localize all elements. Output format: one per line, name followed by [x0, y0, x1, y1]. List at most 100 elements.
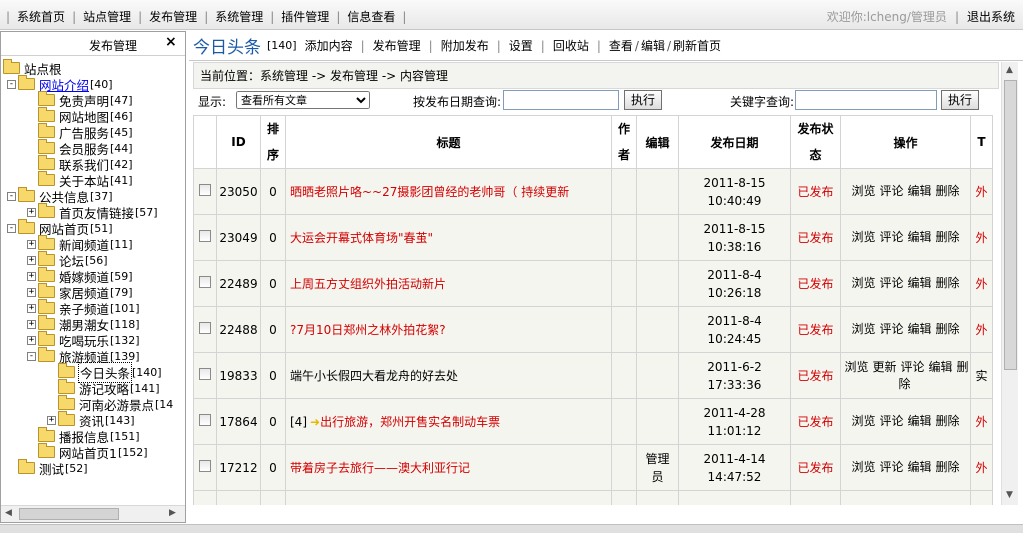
- op-link[interactable]: 评论: [879, 414, 903, 428]
- op-link[interactable]: 更新: [872, 360, 896, 374]
- op-link[interactable]: 删除: [936, 322, 960, 336]
- tree-node-count: [40]: [90, 77, 113, 91]
- tree-node-label[interactable]: 网站首页1: [58, 443, 118, 462]
- op-link[interactable]: 编辑: [908, 414, 932, 428]
- expand-icon[interactable]: +: [47, 415, 56, 425]
- row-checkbox[interactable]: [199, 184, 211, 196]
- tree-node-label[interactable]: 测试: [38, 459, 65, 478]
- title-link[interactable]: 端午小长假四大看龙舟的好去处: [290, 369, 458, 383]
- op-link[interactable]: 删除: [936, 276, 960, 290]
- status-header[interactable]: 发布状态: [790, 115, 841, 169]
- top-menu-item[interactable]: 系统管理: [208, 8, 270, 25]
- select-cell: [193, 352, 217, 399]
- op-link[interactable]: 评论: [879, 184, 903, 198]
- row-checkbox[interactable]: [199, 460, 211, 472]
- author-header[interactable]: 作者: [611, 115, 637, 169]
- title-link[interactable]: 晒晒老照片咯~~27摄影团曾经的老帅哥（ 持续更新: [290, 185, 569, 199]
- scroll-left-icon[interactable]: ◀: [5, 508, 12, 518]
- title-link[interactable]: 上周五方丈组织外拍活动新片: [290, 277, 446, 291]
- author-cell: [611, 168, 637, 215]
- ops-cell: [840, 490, 971, 505]
- op-link[interactable]: 浏览: [851, 460, 875, 474]
- expand-icon[interactable]: +: [27, 287, 36, 297]
- op-link[interactable]: 浏览: [851, 414, 875, 428]
- op-link[interactable]: 评论: [900, 360, 924, 374]
- date-exec-button[interactable]: 执行: [624, 90, 663, 110]
- row-checkbox[interactable]: [199, 276, 211, 288]
- op-link[interactable]: 删除: [936, 460, 960, 474]
- title-link[interactable]: ?7月10日郑州之林外拍花絮?: [290, 323, 446, 337]
- op-link[interactable]: 编辑: [908, 460, 932, 474]
- op-link[interactable]: 编辑: [908, 184, 932, 198]
- scroll-thumb[interactable]: [19, 508, 119, 520]
- row-checkbox[interactable]: [199, 414, 211, 426]
- scroll-up-icon[interactable]: ▲: [1006, 65, 1013, 75]
- keyword-input[interactable]: [795, 90, 937, 110]
- op-link[interactable]: 浏览: [844, 360, 868, 374]
- top-menu-item[interactable]: 站点管理: [76, 8, 138, 25]
- op-link[interactable]: 浏览: [851, 184, 875, 198]
- op-link[interactable]: 编辑: [908, 230, 932, 244]
- expand-icon[interactable]: +: [27, 335, 36, 345]
- header-view-link[interactable]: 查看: [609, 39, 633, 53]
- header-link[interactable]: 设置: [509, 39, 533, 53]
- op-link[interactable]: 浏览: [851, 230, 875, 244]
- row-checkbox[interactable]: [199, 322, 211, 334]
- collapse-icon[interactable]: -: [7, 191, 16, 201]
- horizontal-scrollbar[interactable]: ◀ ▶: [1, 505, 185, 522]
- op-link[interactable]: 评论: [879, 322, 903, 336]
- header-view-link[interactable]: 编辑: [641, 39, 665, 53]
- top-menu-item[interactable]: 发布管理: [142, 8, 204, 25]
- title-header[interactable]: 标题: [285, 115, 612, 169]
- order-header[interactable]: 排序: [260, 115, 286, 169]
- expand-icon[interactable]: +: [27, 303, 36, 313]
- title-link[interactable]: 带着房子去旅行——澳大利亚行记: [290, 461, 470, 475]
- close-icon[interactable]: ×: [165, 34, 177, 50]
- row-checkbox[interactable]: [199, 368, 211, 380]
- title-link[interactable]: 大运会开幕式体育场"春茧": [290, 231, 433, 245]
- title-link[interactable]: 出行旅游，郑州开售实名制动车票: [320, 415, 500, 429]
- op-link[interactable]: 编辑: [908, 322, 932, 336]
- id-header[interactable]: ID: [216, 115, 261, 169]
- header-link[interactable]: 添加内容: [305, 39, 353, 53]
- expand-icon[interactable]: +: [27, 255, 36, 265]
- header-link[interactable]: 发布管理: [373, 39, 421, 53]
- scroll-right-icon[interactable]: ▶: [169, 508, 176, 518]
- expand-icon[interactable]: +: [27, 239, 36, 249]
- op-link[interactable]: 删除: [936, 184, 960, 198]
- date-header[interactable]: 发布日期: [678, 115, 791, 169]
- op-link[interactable]: 浏览: [851, 276, 875, 290]
- header-link[interactable]: 附加发布: [441, 39, 489, 53]
- logout-link[interactable]: 退出系统: [967, 8, 1015, 25]
- op-link[interactable]: 评论: [879, 230, 903, 244]
- collapse-icon[interactable]: -: [27, 351, 36, 361]
- op-link[interactable]: 删除: [936, 230, 960, 244]
- top-menu-item[interactable]: 信息查看: [340, 8, 402, 25]
- scroll-thumb[interactable]: [1004, 80, 1017, 370]
- keyword-exec-button[interactable]: 执行: [941, 90, 980, 110]
- expand-icon[interactable]: +: [27, 319, 36, 329]
- op-link[interactable]: 浏览: [851, 322, 875, 336]
- op-link[interactable]: 评论: [879, 460, 903, 474]
- collapse-icon[interactable]: -: [7, 223, 16, 233]
- expand-icon[interactable]: +: [27, 207, 36, 217]
- expand-icon[interactable]: +: [27, 271, 36, 281]
- ops-cell: 浏览 评论 编辑 删除: [840, 214, 971, 261]
- tree-node[interactable]: 测试 [52]: [7, 459, 88, 478]
- top-menu-item[interactable]: 系统首页: [10, 8, 72, 25]
- vertical-scrollbar[interactable]: ▲ ▼: [1001, 62, 1018, 505]
- scroll-down-icon[interactable]: ▼: [1006, 490, 1013, 500]
- op-link[interactable]: 编辑: [908, 276, 932, 290]
- header-view-link[interactable]: 刷新首页: [673, 39, 721, 53]
- display-select[interactable]: 查看所有文章: [236, 91, 370, 109]
- date-query-input[interactable]: [503, 90, 619, 110]
- row-checkbox[interactable]: [199, 230, 211, 242]
- tree-node[interactable]: 河南必游景点 [14: [47, 395, 173, 413]
- op-link[interactable]: 删除: [936, 414, 960, 428]
- op-link[interactable]: 编辑: [929, 360, 953, 374]
- header-link[interactable]: 回收站: [553, 39, 589, 53]
- top-menu-item[interactable]: 插件管理: [274, 8, 336, 25]
- collapse-icon[interactable]: -: [7, 79, 16, 89]
- editor-header[interactable]: 编辑: [636, 115, 679, 169]
- op-link[interactable]: 评论: [879, 276, 903, 290]
